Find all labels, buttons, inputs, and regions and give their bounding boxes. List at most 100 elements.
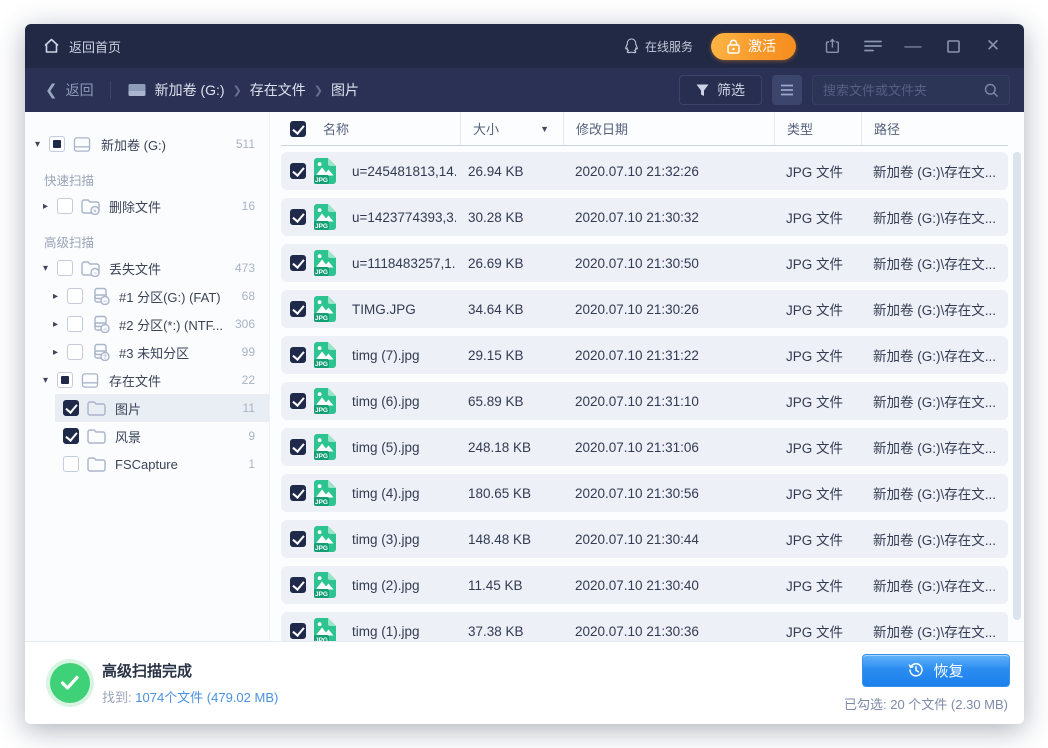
folder-deleted-icon: ×	[81, 197, 101, 215]
tree-item[interactable]: ▾ 新加卷 (G:) 511	[25, 130, 269, 158]
file-size: 248.18 KB	[460, 440, 563, 455]
drive-icon	[73, 135, 93, 153]
table-row[interactable]: JPG timg (2).jpg 11.45 KB 2020.07.10 21:…	[281, 566, 1008, 604]
table-row[interactable]: JPG u=245481813,14... 26.94 KB 2020.07.1…	[281, 152, 1008, 190]
table-row[interactable]: JPG timg (4).jpg 180.65 KB 2020.07.10 21…	[281, 474, 1008, 512]
tree-checkbox[interactable]	[63, 428, 79, 444]
recover-button[interactable]: 恢复	[862, 654, 1010, 687]
header-type[interactable]: 类型	[774, 112, 861, 145]
row-checkbox[interactable]	[290, 209, 306, 225]
expand-arrow-icon[interactable]: ▾	[43, 263, 57, 274]
table-row[interactable]: JPG TIMG.JPG 34.64 KB 2020.07.10 21:30:2…	[281, 290, 1008, 328]
expand-arrow-icon[interactable]: ▸	[43, 201, 57, 212]
tree-item[interactable]: 图片 11	[55, 394, 269, 422]
tree-item-label: #1 分区(G:) (FAT)	[119, 287, 221, 306]
feedback-button[interactable]	[820, 33, 846, 59]
filter-button[interactable]: 筛选	[679, 75, 762, 105]
table-row[interactable]: JPG timg (1).jpg 37.38 KB 2020.07.10 21:…	[281, 612, 1008, 641]
row-checkbox[interactable]	[290, 485, 306, 501]
file-path: 新加卷 (G:)\存在文...	[861, 437, 1008, 457]
table-row[interactable]: JPG timg (6).jpg 65.89 KB 2020.07.10 21:…	[281, 382, 1008, 420]
close-button[interactable]: ✕	[980, 33, 1006, 59]
back-chevron-icon: ❮	[45, 81, 58, 99]
svg-text:JPG: JPG	[315, 591, 328, 598]
drive-icon	[81, 371, 101, 389]
row-checkbox[interactable]	[290, 531, 306, 547]
column-date: 修改日期	[576, 119, 628, 138]
activate-button[interactable]: 激活	[711, 33, 796, 60]
back-button[interactable]: ❮ 返回	[45, 80, 94, 100]
column-name[interactable]: 名称	[323, 119, 349, 138]
header-size[interactable]: 大小 ▼	[460, 112, 563, 145]
menu-button[interactable]	[860, 33, 886, 59]
tree-checkbox[interactable]	[57, 372, 73, 388]
tree-checkbox[interactable]	[63, 456, 79, 472]
expand-arrow-icon[interactable]: ▾	[43, 375, 57, 386]
table-row[interactable]: JPG timg (5).jpg 248.18 KB 2020.07.10 21…	[281, 428, 1008, 466]
file-date: 2020.07.10 21:30:26	[563, 302, 774, 317]
row-checkbox[interactable]	[290, 393, 306, 409]
tree-checkbox[interactable]	[57, 260, 73, 276]
tree-checkbox[interactable]	[67, 316, 83, 332]
tree-item[interactable]: ▸ − #1 分区(G:) (FAT) 68	[25, 282, 269, 310]
tree-item-label: 风景	[115, 427, 141, 446]
tree-checkbox[interactable]	[63, 400, 79, 416]
tree-item[interactable]: ▾ 存在文件 22	[25, 366, 269, 394]
row-checkbox[interactable]	[290, 347, 306, 363]
maximize-button[interactable]	[940, 33, 966, 59]
row-checkbox[interactable]	[290, 577, 306, 593]
table-row[interactable]: JPG u=1118483257,1... 26.69 KB 2020.07.1…	[281, 244, 1008, 282]
tree-checkbox[interactable]	[49, 136, 65, 152]
file-type: JPG 文件	[774, 299, 861, 319]
sort-desc-icon[interactable]: ▼	[540, 124, 549, 134]
folder-icon	[87, 399, 107, 417]
vertical-scrollbar[interactable]	[1013, 152, 1021, 620]
select-all-checkbox[interactable]	[290, 121, 306, 137]
partition-icon: −	[91, 315, 111, 333]
svg-text:JPG: JPG	[315, 407, 328, 414]
folder-lost-icon: −	[81, 259, 101, 277]
tree-checkbox[interactable]	[57, 198, 73, 214]
svg-text:JPG: JPG	[315, 269, 328, 276]
tree-item[interactable]: ▸ − #2 分区(*:) (NTF... 306	[25, 310, 269, 338]
table-row[interactable]: JPG timg (7).jpg 29.15 KB 2020.07.10 21:…	[281, 336, 1008, 374]
row-checkbox[interactable]	[290, 623, 306, 639]
header-date[interactable]: 修改日期	[563, 112, 774, 145]
list-view-button[interactable]	[772, 75, 802, 105]
row-checkbox[interactable]	[290, 439, 306, 455]
table-row[interactable]: JPG u=1423774393,3... 30.28 KB 2020.07.1…	[281, 198, 1008, 236]
expand-arrow-icon[interactable]: ▾	[35, 139, 49, 150]
expand-arrow-icon[interactable]: ▸	[53, 319, 67, 330]
tree-item[interactable]: ▾ − 丢失文件 473	[25, 254, 269, 282]
breadcrumb: 新加卷 (G:) ❯ 存在文件 ❯ 图片	[127, 80, 359, 100]
divider	[110, 81, 111, 99]
expand-arrow-icon[interactable]: ▸	[53, 347, 67, 358]
table-row[interactable]: JPG timg (3).jpg 148.48 KB 2020.07.10 21…	[281, 520, 1008, 558]
online-service-button[interactable]: 在线服务	[624, 38, 693, 55]
breadcrumb-current[interactable]: 图片	[331, 80, 359, 100]
app-window: 返回首页 在线服务 激活	[25, 24, 1024, 724]
tree-checkbox[interactable]	[67, 344, 83, 360]
header-path[interactable]: 路径	[861, 112, 1008, 145]
home-label: 返回首页	[69, 37, 121, 56]
tree-item[interactable]: ▸ ? #3 未知分区 99	[25, 338, 269, 366]
file-date: 2020.07.10 21:30:44	[563, 532, 774, 547]
tree-item[interactable]: FSCapture 1	[55, 450, 269, 478]
tree-item-count: 99	[234, 345, 255, 359]
row-checkbox[interactable]	[290, 163, 306, 179]
jpg-file-icon: JPG	[314, 526, 336, 552]
minimize-button[interactable]: —	[900, 33, 926, 59]
breadcrumb-drive[interactable]: 新加卷 (G:)	[155, 80, 225, 100]
search-input[interactable]	[823, 83, 976, 98]
svg-text:×: ×	[93, 209, 97, 215]
tree-item[interactable]: 风景 9	[55, 422, 269, 450]
breadcrumb-folder[interactable]: 存在文件	[250, 80, 306, 100]
home-button[interactable]: 返回首页	[43, 37, 121, 56]
file-name: timg (1).jpg	[352, 624, 420, 639]
row-checkbox[interactable]	[290, 301, 306, 317]
search-icon[interactable]	[984, 83, 999, 98]
expand-arrow-icon[interactable]: ▸	[53, 291, 67, 302]
tree-checkbox[interactable]	[67, 288, 83, 304]
row-checkbox[interactable]	[290, 255, 306, 271]
tree-item[interactable]: ▸ × 删除文件 16	[25, 192, 269, 220]
